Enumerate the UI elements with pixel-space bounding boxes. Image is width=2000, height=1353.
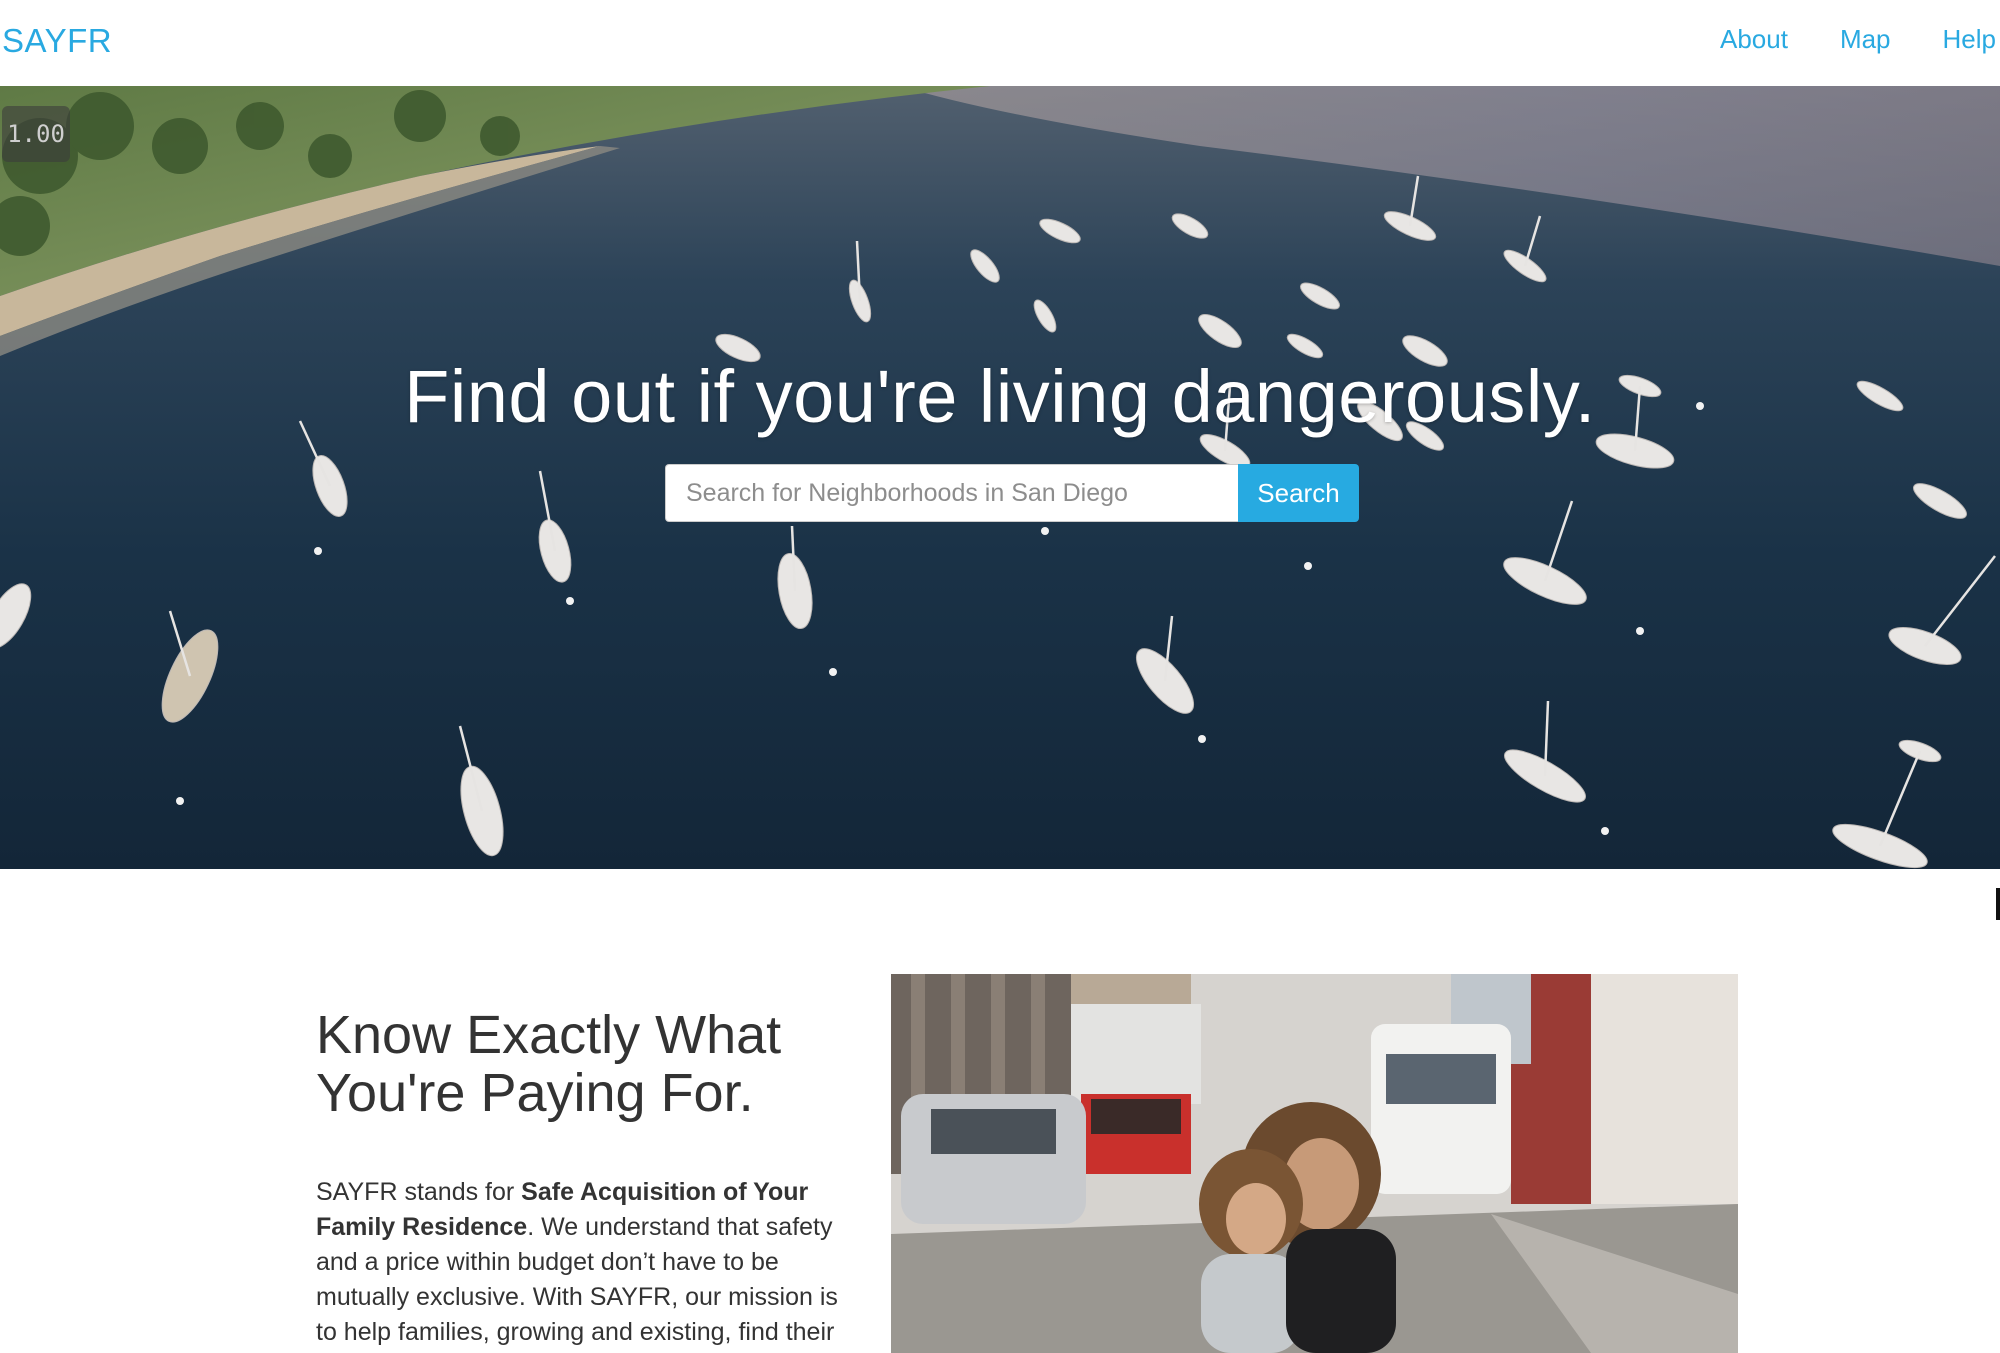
- hero-title: Find out if you're living dangerously.: [404, 355, 1596, 438]
- family-street-photo: [891, 974, 1738, 1353]
- feature-heading-line-2: You're Paying For.: [316, 1063, 754, 1123]
- playback-speed-badge: 1.00: [2, 106, 70, 162]
- brand-logo-link[interactable]: SAYFR: [2, 22, 112, 60]
- nav-link-about[interactable]: About: [1720, 24, 1788, 55]
- nav-link-help[interactable]: Help: [1943, 24, 1996, 55]
- nav-links: About Map Help: [1668, 24, 2000, 55]
- navbar: SAYFR About Map Help: [0, 0, 2000, 86]
- search-button[interactable]: Search: [1238, 464, 1359, 522]
- feature-text-intro: SAYFR stands for: [316, 1178, 522, 1206]
- hero-video-banner: 1.00 Find out if you're living dangerous…: [0, 86, 2000, 869]
- feature-heading-line-1: Know Exactly What: [316, 1005, 782, 1065]
- nav-link-map[interactable]: Map: [1840, 24, 1891, 55]
- feature-heading: Know Exactly What You're Paying For.: [316, 1006, 836, 1122]
- feature-description: SAYFR stands for Safe Acquisition of You…: [316, 1175, 856, 1350]
- neighborhood-search-input[interactable]: [665, 464, 1238, 522]
- neighborhood-search-form: Search: [665, 464, 1359, 522]
- family-street-photo-illustration: [891, 974, 1738, 1353]
- scroll-edge-marker: [1996, 888, 2000, 920]
